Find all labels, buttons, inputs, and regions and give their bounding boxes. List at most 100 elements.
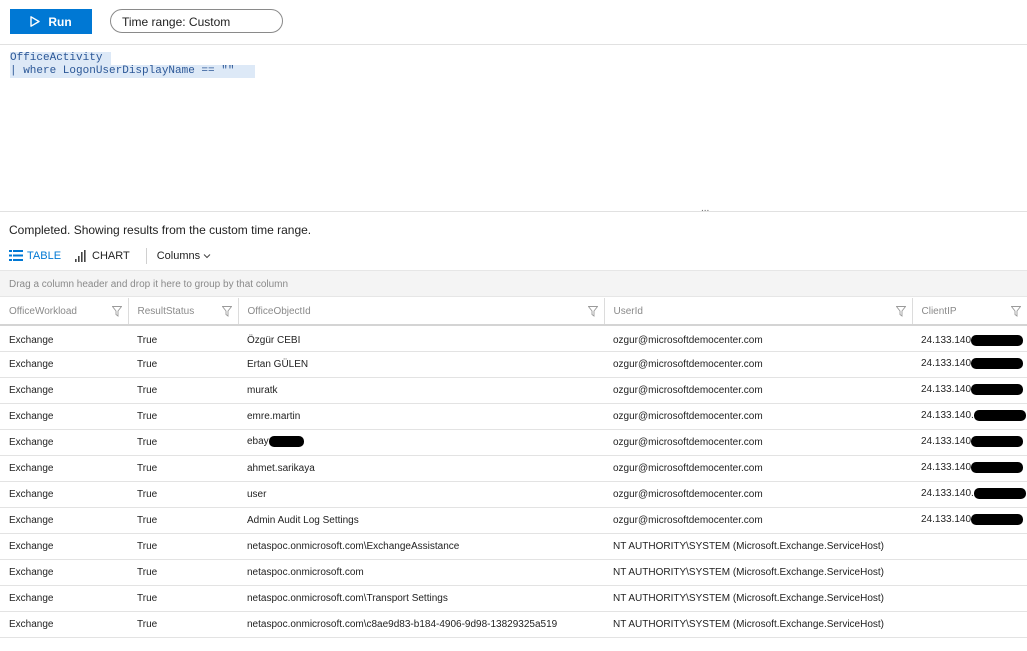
- cell-userid: NT AUTHORITY\SYSTEM (Microsoft.Exchange.…: [604, 533, 912, 560]
- tab-chart[interactable]: CHART: [75, 249, 130, 262]
- group-by-drop-zone[interactable]: Drag a column header and drop it here to…: [0, 270, 1027, 297]
- column-header-label: OfficeWorkload: [9, 305, 77, 317]
- cell-value: ozgur@microsoftdemocenter.com: [613, 488, 763, 500]
- cell-resultstatus: True: [128, 533, 238, 560]
- filter-icon[interactable]: [1010, 306, 1021, 317]
- cell-userid: ozgur@microsoftdemocenter.com: [604, 507, 912, 534]
- column-header-officeworkload[interactable]: OfficeWorkload: [0, 298, 129, 326]
- cell-value: ozgur@microsoftdemocenter.com: [613, 410, 763, 422]
- cell-value: Özgür CEBI: [247, 334, 301, 346]
- cell-clientip: [912, 533, 1027, 560]
- table-row[interactable]: Exchange True Özgür CEBI ozgur@microsoftdem…: [0, 325, 1027, 352]
- table-row[interactable]: Exchange True muratk ozgur@microsoftdemocen…: [0, 377, 1027, 404]
- cell-value: Exchange: [9, 334, 54, 346]
- cell-value: Admin Audit Log Settings: [247, 514, 359, 526]
- redaction-mark: [971, 462, 1024, 474]
- run-button[interactable]: Run: [10, 9, 92, 34]
- results-table-body: Exchange True Özgür CEBI ozgur@microsoftdem…: [0, 325, 1027, 638]
- cell-value: Exchange: [9, 358, 54, 370]
- table-icon: [9, 250, 23, 261]
- column-header-resultstatus[interactable]: ResultStatus: [128, 298, 239, 326]
- cell-officeworkload: Exchange: [0, 611, 128, 638]
- cell-resultstatus: True: [128, 403, 238, 430]
- table-row[interactable]: Exchange True netaspoc.onmicrosoft.com\Exc…: [0, 533, 1027, 560]
- cell-officeobjectid: muratk: [238, 377, 604, 404]
- cell-officeobjectid: netaspoc.onmicrosoft.com\ExchangeAssista…: [238, 533, 604, 560]
- cell-resultstatus: True: [128, 377, 238, 404]
- cell-resultstatus: True: [128, 455, 238, 482]
- cell-officeobjectid: ahmet.sarikaya: [238, 455, 604, 482]
- cell-officeobjectid: ebay: [238, 429, 604, 456]
- tab-table[interactable]: TABLE: [9, 250, 61, 262]
- cell-officeobjectid: netaspoc.onmicrosoft.com\c8ae9d83-b184-4…: [238, 611, 604, 638]
- cell-userid: NT AUTHORITY\SYSTEM (Microsoft.Exchange.…: [604, 559, 912, 586]
- cell-value: ozgur@microsoftdemocenter.com: [613, 514, 763, 526]
- cell-userid: NT AUTHORITY\SYSTEM (Microsoft.Exchange.…: [604, 585, 912, 612]
- cell-resultstatus: True: [128, 585, 238, 612]
- filter-icon[interactable]: [587, 306, 598, 317]
- editor-results-splitter[interactable]: [0, 211, 1027, 212]
- cell-value: NT AUTHORITY\SYSTEM (Microsoft.Exchange.…: [613, 618, 884, 630]
- table-row[interactable]: Exchange True ahmet.sarikaya ozgur@microsof…: [0, 455, 1027, 482]
- cell-value: ozgur@microsoftdemocenter.com: [613, 358, 763, 370]
- filter-icon[interactable]: [111, 306, 122, 317]
- play-icon: [30, 16, 41, 27]
- redaction-mark: [971, 334, 1024, 346]
- column-header-label: UserId: [613, 305, 643, 317]
- cell-value: Exchange: [9, 462, 54, 474]
- table-row[interactable]: Exchange True ebay ozgur@microsoftdemocente…: [0, 429, 1027, 456]
- table-row[interactable]: Exchange True netaspoc.onmicrosoft.com\Tra…: [0, 585, 1027, 612]
- query-line-1: OfficeActivity: [10, 52, 111, 65]
- table-row[interactable]: Exchange True netaspoc.onmicrosoft.com\c8a…: [0, 611, 1027, 638]
- cell-userid: ozgur@microsoftdemocenter.com: [604, 481, 912, 508]
- run-button-label: Run: [48, 14, 72, 29]
- filter-icon[interactable]: [895, 306, 906, 317]
- cell-value: netaspoc.onmicrosoft.com\Transport Setti…: [247, 592, 448, 604]
- cell-value: user: [247, 488, 267, 500]
- results-table: OfficeWorkload ResultStatus OfficeObjectId…: [0, 298, 1027, 638]
- cell-value: Exchange: [9, 618, 54, 630]
- cell-officeobjectid: Özgür CEBI: [238, 325, 604, 352]
- cell-officeworkload: Exchange: [0, 481, 128, 508]
- cell-officeworkload: Exchange: [0, 585, 128, 612]
- query-editor[interactable]: OfficeActivity | where LogonUserDisplayN…: [0, 45, 1027, 211]
- cell-clientip: 24.133.140.: [912, 481, 1027, 508]
- columns-button[interactable]: Columns: [157, 250, 211, 262]
- table-row[interactable]: Exchange True netaspoc.onmicrosoft.com NT A…: [0, 559, 1027, 586]
- cell-value: Ertan GÜLEN: [247, 358, 309, 370]
- redaction-mark: [971, 358, 1024, 370]
- cell-value: Exchange: [9, 488, 54, 500]
- column-header-clientip[interactable]: ClientIP: [912, 298, 1027, 326]
- table-row[interactable]: Exchange True Admin Audit Log Settings ozgu…: [0, 507, 1027, 534]
- cell-clientip: [912, 585, 1027, 612]
- filter-icon[interactable]: [221, 306, 232, 317]
- table-row[interactable]: Exchange True emre.martin ozgur@microsoftde…: [0, 403, 1027, 430]
- column-header-userid[interactable]: UserId: [604, 298, 913, 326]
- cell-officeworkload: Exchange: [0, 429, 128, 456]
- cell-value: True: [137, 566, 158, 578]
- cell-value: Exchange: [9, 514, 54, 526]
- cell-value: NT AUTHORITY\SYSTEM (Microsoft.Exchange.…: [613, 566, 884, 578]
- cell-value: True: [137, 618, 158, 630]
- cell-officeworkload: Exchange: [0, 377, 128, 404]
- cell-value: muratk: [247, 384, 278, 396]
- cell-value: True: [137, 514, 158, 526]
- cell-officeworkload: Exchange: [0, 533, 128, 560]
- cell-value: 24.133.140: [921, 334, 972, 346]
- cell-resultstatus: True: [128, 507, 238, 534]
- splitter-handle[interactable]: ...: [701, 203, 709, 214]
- columns-button-label: Columns: [156, 249, 201, 262]
- table-row[interactable]: Exchange True Ertan GÜLEN ozgur@microsoftde…: [0, 351, 1027, 378]
- cell-value: 24.133.140: [921, 462, 972, 474]
- cell-value: True: [137, 488, 158, 500]
- column-header-officeobjectid[interactable]: OfficeObjectId: [238, 298, 605, 326]
- redaction-mark: [973, 410, 1026, 422]
- cell-value: True: [137, 410, 158, 422]
- cell-officeobjectid: netaspoc.onmicrosoft.com\Transport Setti…: [238, 585, 604, 612]
- table-row[interactable]: Exchange True user ozgur@microsoftdemocente…: [0, 481, 1027, 508]
- cell-value: ebay: [247, 436, 269, 448]
- tab-table-label: TABLE: [27, 249, 62, 262]
- time-range-picker[interactable]: Time range: Custom: [110, 9, 283, 33]
- query-code[interactable]: OfficeActivity | where LogonUserDisplayN…: [10, 52, 255, 78]
- cell-userid: ozgur@microsoftdemocenter.com: [604, 403, 912, 430]
